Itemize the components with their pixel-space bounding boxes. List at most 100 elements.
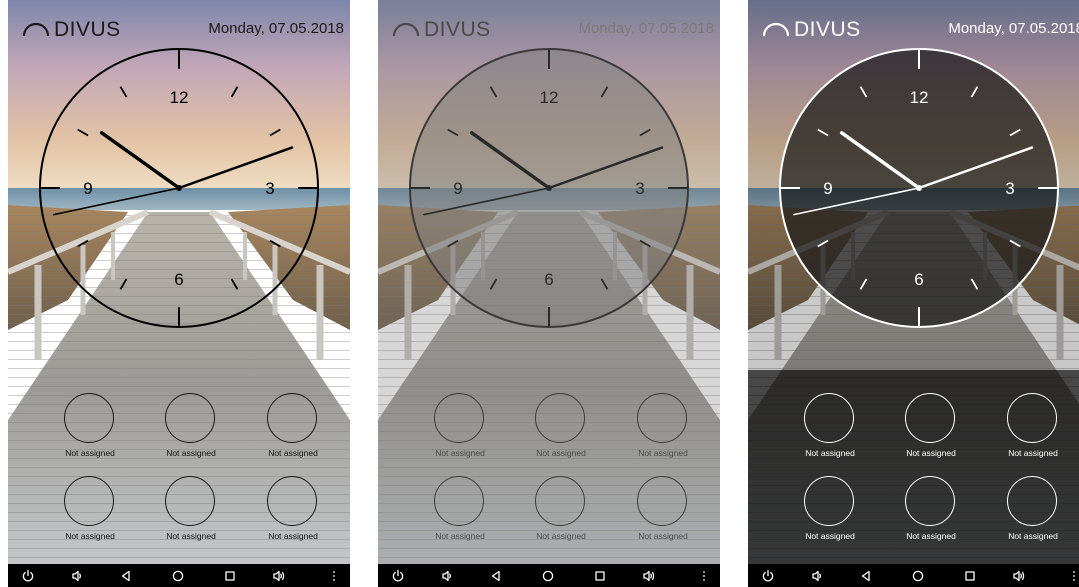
back-icon xyxy=(861,570,870,581)
minute-hand xyxy=(177,146,294,190)
clock-tick xyxy=(269,128,281,137)
volume-down-button[interactable] xyxy=(65,564,89,587)
analog-clock[interactable]: 12 3 6 9 xyxy=(408,47,690,329)
tile-circle-button[interactable] xyxy=(1007,393,1057,443)
tile-label: Not assigned xyxy=(435,448,485,458)
volume-up-button[interactable] xyxy=(1007,564,1031,587)
tile-circle-button[interactable] xyxy=(267,476,317,526)
tile-circle-button[interactable] xyxy=(535,393,585,443)
tile-not-assigned[interactable]: Not assigned xyxy=(420,476,500,552)
tile-label: Not assigned xyxy=(65,531,115,541)
tile-label: Not assigned xyxy=(536,531,586,541)
clock-numeral: 6 xyxy=(914,270,923,289)
clock-tick xyxy=(269,239,281,248)
second-hand xyxy=(52,187,180,216)
tile-circle-button[interactable] xyxy=(1007,476,1057,526)
clock-tick xyxy=(119,278,128,290)
power-button[interactable] xyxy=(16,564,40,587)
analog-clock[interactable]: 12 3 6 9 xyxy=(38,47,320,329)
tile-not-assigned[interactable]: Not assigned xyxy=(50,393,130,469)
clock-numeral: 12 xyxy=(910,88,929,107)
tile-not-assigned[interactable]: Not assigned xyxy=(521,393,601,469)
more-options-button[interactable] xyxy=(692,564,716,587)
power-button[interactable] xyxy=(756,564,780,587)
recent-apps-icon xyxy=(965,570,975,581)
tile-label: Not assigned xyxy=(638,531,688,541)
tile-label: Not assigned xyxy=(906,531,956,541)
tile-not-assigned[interactable]: Not assigned xyxy=(623,393,703,469)
analog-clock[interactable]: 12 3 6 9 xyxy=(778,47,1060,329)
clock-center-dot xyxy=(916,185,922,191)
tile-not-assigned[interactable]: Not assigned xyxy=(891,476,971,552)
tile-circle-button[interactable] xyxy=(637,476,687,526)
volume-up-button[interactable] xyxy=(637,564,661,587)
more-options-button[interactable] xyxy=(1062,564,1079,587)
home-button[interactable] xyxy=(906,564,930,587)
screen-dark: DIVUS Monday, 07.05.2018 12 3 6 9 Not assig… xyxy=(748,0,1079,587)
volume-down-button[interactable] xyxy=(805,564,829,587)
more-options-icon xyxy=(1073,570,1075,581)
home-icon xyxy=(542,570,554,581)
volume-up-icon xyxy=(643,570,655,581)
back-button[interactable] xyxy=(114,564,138,587)
tile-circle-button[interactable] xyxy=(804,393,854,443)
tile-circle-button[interactable] xyxy=(804,476,854,526)
hour-hand xyxy=(99,131,181,190)
tile-circle-button[interactable] xyxy=(165,393,215,443)
tile-label: Not assigned xyxy=(638,448,688,458)
tile-label: Not assigned xyxy=(268,448,318,458)
tile-label: Not assigned xyxy=(1008,531,1058,541)
clock-numeral: 3 xyxy=(265,179,274,198)
back-button[interactable] xyxy=(484,564,508,587)
tile-circle-button[interactable] xyxy=(637,393,687,443)
home-icon xyxy=(912,570,924,581)
tile-circle-button[interactable] xyxy=(64,476,114,526)
tile-circle-button[interactable] xyxy=(165,476,215,526)
divus-logo: DIVUS xyxy=(762,16,861,42)
more-options-button[interactable] xyxy=(322,564,346,587)
tile-label: Not assigned xyxy=(65,448,115,458)
tile-label: Not assigned xyxy=(1008,448,1058,458)
tile-not-assigned[interactable]: Not assigned xyxy=(253,476,333,552)
tile-circle-button[interactable] xyxy=(905,476,955,526)
tile-not-assigned[interactable]: Not assigned xyxy=(993,476,1073,552)
tile-circle-button[interactable] xyxy=(434,393,484,443)
home-button[interactable] xyxy=(166,564,190,587)
recent-apps-button[interactable] xyxy=(588,564,612,587)
tile-not-assigned[interactable]: Not assigned xyxy=(521,476,601,552)
volume-down-button[interactable] xyxy=(435,564,459,587)
tile-not-assigned[interactable]: Not assigned xyxy=(623,476,703,552)
tile-not-assigned[interactable]: Not assigned xyxy=(151,393,231,469)
date-label: Monday, 07.05.2018 xyxy=(208,20,344,37)
tile-not-assigned[interactable]: Not assigned xyxy=(891,393,971,469)
clock-numeral: 6 xyxy=(174,270,183,289)
divus-arc-icon xyxy=(762,22,790,37)
power-button[interactable] xyxy=(386,564,410,587)
tile-label: Not assigned xyxy=(268,531,318,541)
tile-not-assigned[interactable]: Not assigned xyxy=(151,476,231,552)
tile-not-assigned[interactable]: Not assigned xyxy=(790,476,870,552)
recent-apps-button[interactable] xyxy=(218,564,242,587)
recent-apps-button[interactable] xyxy=(958,564,982,587)
tile-label: Not assigned xyxy=(166,448,216,458)
tile-label: Not assigned xyxy=(166,531,216,541)
tile-not-assigned[interactable]: Not assigned xyxy=(253,393,333,469)
volume-up-button[interactable] xyxy=(267,564,291,587)
tile-not-assigned[interactable]: Not assigned xyxy=(420,393,500,469)
home-button[interactable] xyxy=(536,564,560,587)
tile-circle-button[interactable] xyxy=(905,393,955,443)
tile-circle-button[interactable] xyxy=(434,476,484,526)
clock-numeral: 3 xyxy=(1005,179,1014,198)
clock-numeral: 6 xyxy=(544,270,553,289)
clock-face-svg: 12 3 6 9 xyxy=(409,48,689,328)
clock-tick xyxy=(77,128,89,137)
tile-not-assigned[interactable]: Not assigned xyxy=(993,393,1073,469)
back-button[interactable] xyxy=(854,564,878,587)
tile-circle-button[interactable] xyxy=(64,393,114,443)
tile-not-assigned[interactable]: Not assigned xyxy=(790,393,870,469)
tile-not-assigned[interactable]: Not assigned xyxy=(50,476,130,552)
power-icon xyxy=(22,569,34,581)
tile-circle-button[interactable] xyxy=(535,476,585,526)
clock-tick xyxy=(77,239,89,248)
tile-circle-button[interactable] xyxy=(267,393,317,443)
